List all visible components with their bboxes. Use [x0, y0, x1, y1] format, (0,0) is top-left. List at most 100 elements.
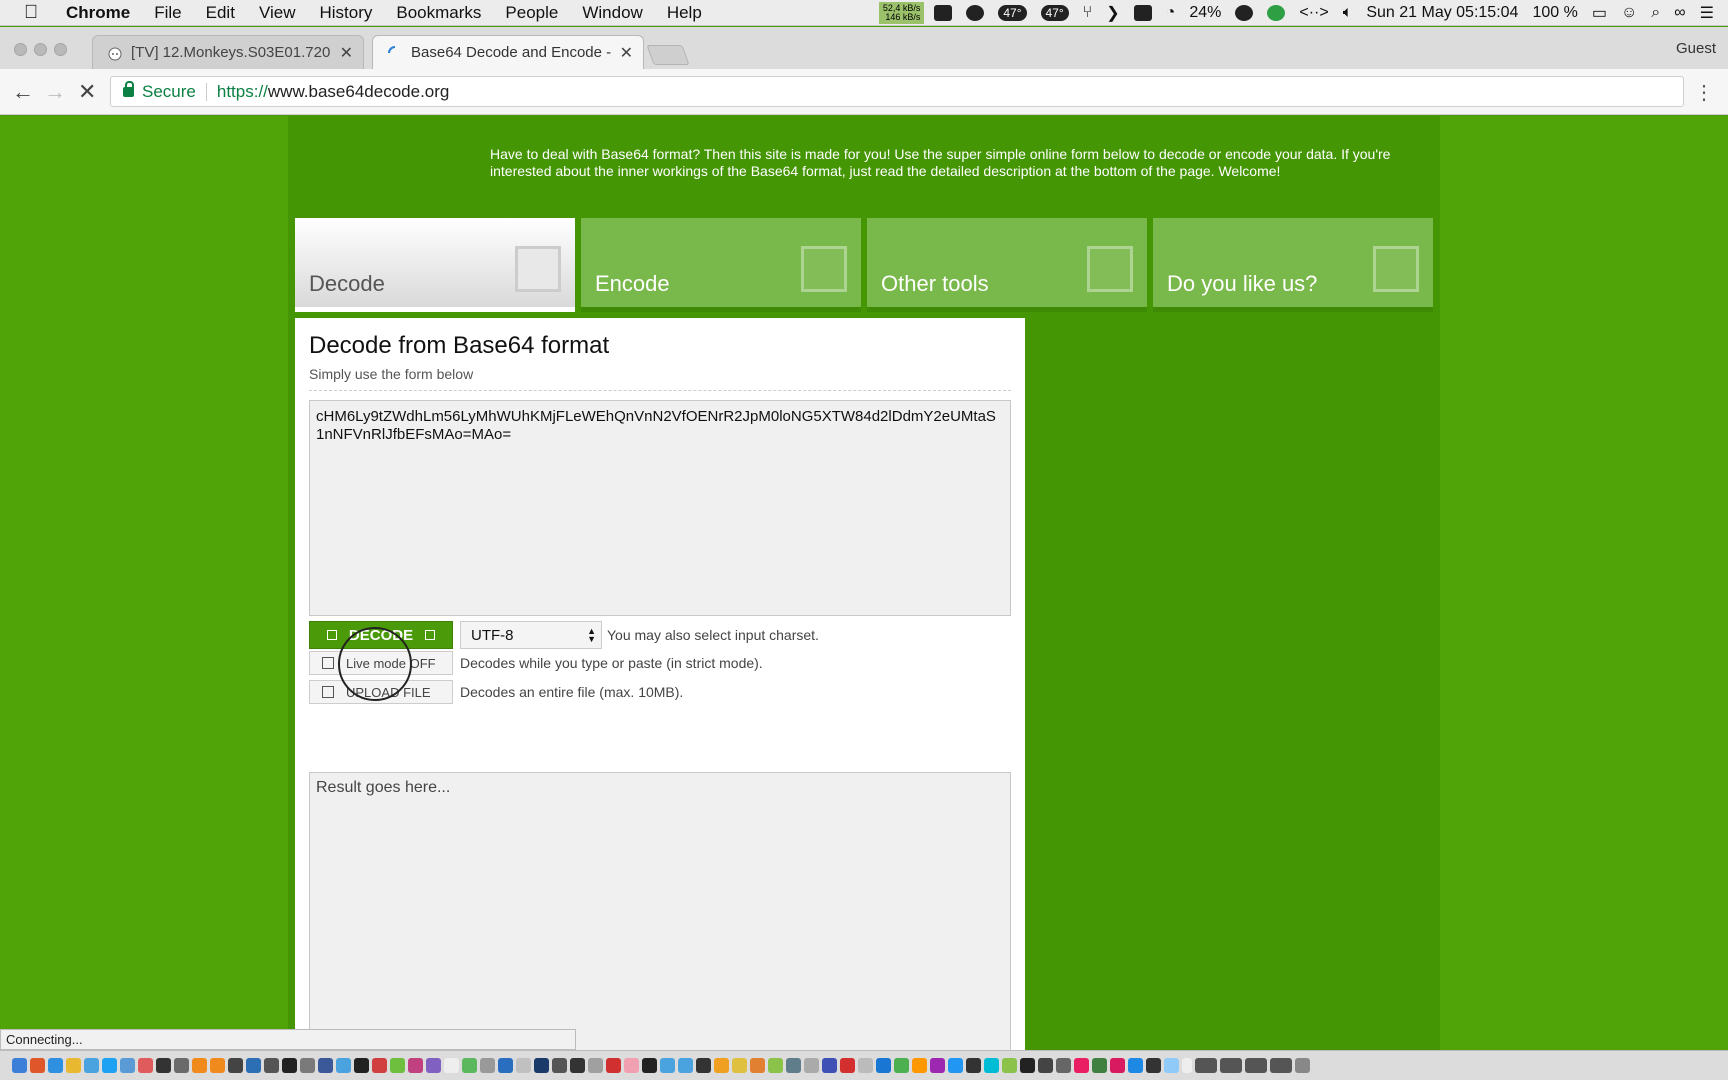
app-icon[interactable]	[1164, 1058, 1179, 1073]
photoshop-icon[interactable]	[534, 1058, 549, 1073]
app-icon[interactable]	[264, 1058, 279, 1073]
app-icon[interactable]	[642, 1058, 657, 1073]
menu-app-name[interactable]: Chrome	[66, 3, 130, 23]
app-icon[interactable]	[444, 1058, 459, 1073]
cpu-gauge-icon[interactable]: ◔	[1166, 4, 1176, 22]
notification-center-icon[interactable]: ☰	[1700, 3, 1714, 23]
user-icon[interactable]: ☺	[1621, 4, 1637, 22]
app-icon[interactable]	[678, 1058, 693, 1073]
tab-12-monkeys[interactable]: [TV] 12.Monkeys.S03E01.720 ✕	[92, 35, 364, 69]
twitter-icon[interactable]	[102, 1058, 117, 1073]
app-icon[interactable]	[138, 1058, 153, 1073]
app-icon[interactable]	[1128, 1058, 1143, 1073]
menu-view[interactable]: View	[259, 3, 296, 23]
menu-bookmarks[interactable]: Bookmarks	[396, 3, 481, 23]
app-icon[interactable]	[354, 1058, 369, 1073]
app-icon[interactable]	[732, 1058, 747, 1073]
app-icon[interactable]	[984, 1058, 999, 1073]
temp-badge-2[interactable]: 47°	[1040, 5, 1069, 21]
app-icon[interactable]	[822, 1058, 837, 1073]
app-icon[interactable]	[408, 1058, 423, 1073]
app-icon[interactable]	[84, 1058, 99, 1073]
app-icon[interactable]	[480, 1058, 495, 1073]
app-icon[interactable]	[282, 1058, 297, 1073]
code-arrows-icon[interactable]: <··>	[1299, 4, 1328, 22]
app-icon[interactable]	[120, 1058, 135, 1073]
window-minimize-button[interactable]	[34, 43, 47, 56]
fork-icon[interactable]: ⑂	[1083, 4, 1093, 22]
firefox-icon[interactable]	[30, 1058, 45, 1073]
address-bar[interactable]: Secure https:// www.base64decode.org	[110, 76, 1684, 107]
stats-icon[interactable]	[934, 5, 953, 21]
tab-base64[interactable]: Base64 Decode and Encode - ✕	[372, 35, 644, 69]
app-icon[interactable]	[588, 1058, 603, 1073]
app-icon[interactable]	[696, 1058, 711, 1073]
charset-select[interactable]: UTF-8 ▲ ▼	[460, 621, 602, 649]
battery-percent[interactable]: 100 %	[1532, 4, 1577, 22]
app-icon[interactable]	[498, 1058, 513, 1073]
chevron-right-icon[interactable]: ❯	[1106, 3, 1119, 23]
app-icon[interactable]	[390, 1058, 405, 1073]
app-icon[interactable]	[552, 1058, 567, 1073]
menu-file[interactable]: File	[154, 3, 181, 23]
trash-icon[interactable]	[1295, 1058, 1310, 1073]
lock-status-icon[interactable]	[1267, 5, 1286, 21]
app-icon[interactable]	[1110, 1058, 1125, 1073]
window-zoom-button[interactable]	[54, 43, 67, 56]
safari-icon[interactable]	[48, 1058, 63, 1073]
app-icon[interactable]	[930, 1058, 945, 1073]
app-icon[interactable]	[1146, 1058, 1161, 1073]
back-arrow-icon[interactable]: ←	[12, 79, 34, 105]
app-icon[interactable]	[228, 1058, 243, 1073]
cpu-percent[interactable]: 24%	[1189, 4, 1221, 22]
menu-window[interactable]: Window	[582, 3, 642, 23]
vlc-icon[interactable]	[192, 1058, 207, 1073]
menu-people[interactable]: People	[505, 3, 558, 23]
network-speed[interactable]: 52,4 kB/s 146 kB/s	[878, 2, 925, 24]
vlc-icon[interactable]	[210, 1058, 225, 1073]
app-icon[interactable]	[606, 1058, 621, 1073]
app-icon[interactable]	[426, 1058, 441, 1073]
app-icon[interactable]	[1074, 1058, 1089, 1073]
app-icon[interactable]	[462, 1058, 477, 1073]
new-tab-button[interactable]	[646, 45, 690, 65]
nav-tab-encode[interactable]: Encode	[581, 218, 861, 312]
window-close-button[interactable]	[14, 43, 27, 56]
app-icon[interactable]	[1056, 1058, 1071, 1073]
app-icon[interactable]	[156, 1058, 171, 1073]
menu-edit[interactable]: Edit	[206, 3, 235, 23]
nav-tab-decode[interactable]: Decode	[295, 218, 575, 312]
minimized-window[interactable]	[1270, 1058, 1292, 1073]
minimized-window[interactable]	[1195, 1058, 1217, 1073]
minimized-window[interactable]	[1220, 1058, 1242, 1073]
display-icon[interactable]	[1133, 5, 1152, 21]
base64-input[interactable]: cHM6Ly9tZWdhLm56LyMhWUhKMjFLeWEhQnVnN2Vf…	[309, 400, 1011, 616]
glasses-icon[interactable]: ∞	[1674, 4, 1685, 22]
app-icon[interactable]	[966, 1058, 981, 1073]
nav-tab-like-us[interactable]: Do you like us?	[1153, 218, 1433, 312]
finder-icon[interactable]	[12, 1058, 27, 1073]
result-output[interactable]: Result goes here...	[309, 772, 1011, 1050]
chrome-icon[interactable]	[66, 1058, 81, 1073]
spotlight-search-icon[interactable]: ⌕	[1651, 4, 1660, 22]
minimized-window[interactable]	[1245, 1058, 1267, 1073]
temp-badge-1[interactable]: 47°	[998, 5, 1027, 21]
app-icon[interactable]	[804, 1058, 819, 1073]
app-icon[interactable]	[372, 1058, 387, 1073]
menu-help[interactable]: Help	[667, 3, 702, 23]
app-icon[interactable]	[246, 1058, 261, 1073]
app-icon[interactable]	[516, 1058, 531, 1073]
battery-icon[interactable]: ▭	[1592, 3, 1607, 23]
menu-history[interactable]: History	[319, 3, 372, 23]
profile-guest[interactable]: Guest	[1676, 40, 1716, 57]
app-icon[interactable]	[840, 1058, 855, 1073]
app-icon[interactable]	[1092, 1058, 1107, 1073]
datetime[interactable]: Sun 21 May 05:15:04	[1366, 4, 1518, 22]
app-icon[interactable]	[1002, 1058, 1017, 1073]
app-icon[interactable]	[624, 1058, 639, 1073]
nav-tab-other-tools[interactable]: Other tools	[867, 218, 1147, 312]
apple-icon[interactable]: 	[24, 2, 44, 24]
app-icon[interactable]	[858, 1058, 873, 1073]
tab-close-icon[interactable]: ✕	[620, 43, 633, 63]
app-icon[interactable]	[1038, 1058, 1053, 1073]
